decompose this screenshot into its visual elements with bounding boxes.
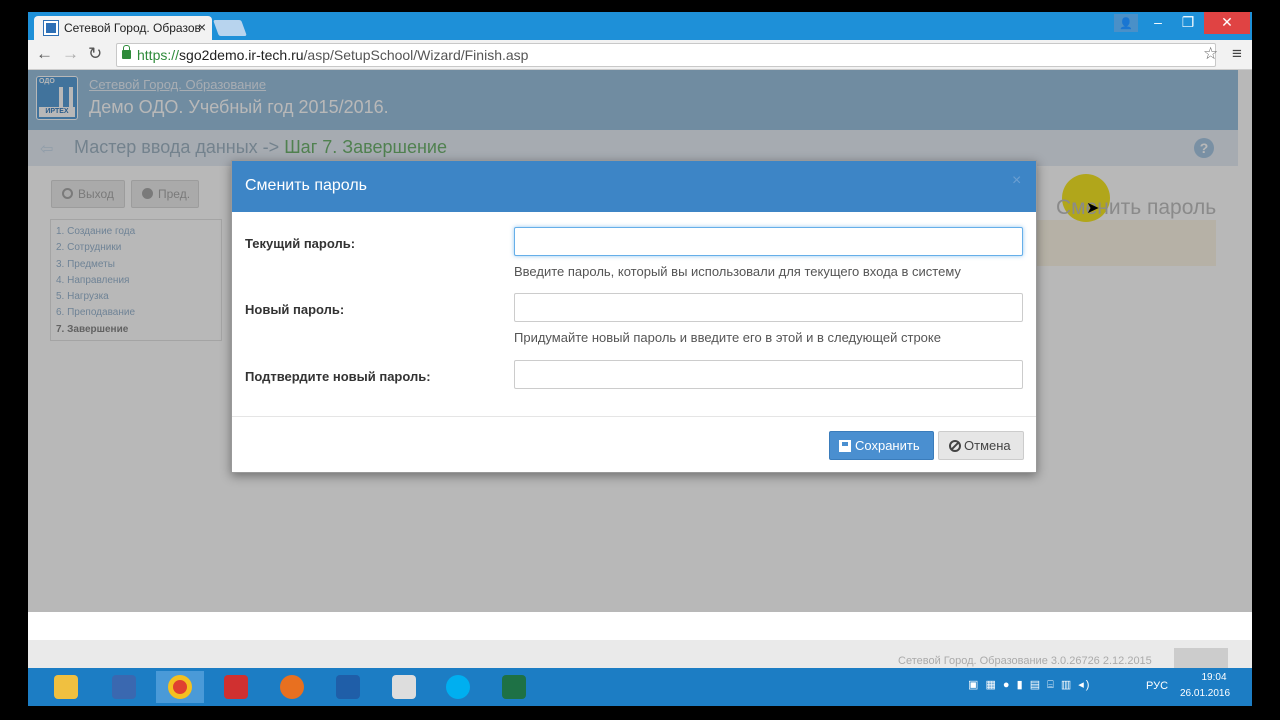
new-password-input[interactable] <box>514 293 1023 322</box>
taskbar-firefox[interactable] <box>268 671 316 703</box>
dialog-header: Сменить пароль × <box>232 161 1036 212</box>
taskbar-explorer[interactable] <box>42 671 90 703</box>
save-label: Сохранить <box>855 438 920 453</box>
url-host: sgo2demo.ir-tech.ru <box>179 47 304 63</box>
dialog-footer-divider <box>232 416 1036 417</box>
browser-tab-bar: Сетевой Город. Образов × 👤 ‒ ❐ ✕ <box>28 12 1252 40</box>
site-favicon-icon <box>43 20 59 36</box>
windows-taskbar: ▣ ▦ ● ▮ ▤ ⌸ ▥ ◂) РУС 19:04 26.01.2016 <box>28 668 1252 706</box>
taskbar-network-app[interactable] <box>100 671 148 703</box>
new-password-hint: Придумайте новый пароль и введите его в … <box>514 330 941 345</box>
page-footer: Сетевой Город. Образование 3.0.26726 2.1… <box>28 640 1252 670</box>
language-indicator[interactable]: РУС <box>1146 680 1168 692</box>
dialog-close-icon[interactable]: × <box>1012 172 1021 190</box>
save-button[interactable]: Сохранить <box>829 431 934 460</box>
cancel-icon <box>949 440 961 452</box>
reload-icon[interactable]: ↻ <box>88 44 102 64</box>
browser-menu-icon[interactable]: ≡ <box>1232 44 1242 64</box>
skype-icon <box>446 675 470 699</box>
folder-icon <box>54 675 78 699</box>
close-window-button[interactable]: ✕ <box>1204 12 1250 34</box>
back-icon[interactable]: ← <box>36 44 53 64</box>
tab-title: Сетевой Город. Образов <box>64 21 201 35</box>
url-scheme: https:// <box>137 47 180 63</box>
url-bar[interactable]: https://sgo2demo.ir-tech.ru/asp/SetupSch… <box>116 43 1216 67</box>
window-icon <box>392 675 416 699</box>
taskbar-chrome[interactable] <box>156 671 204 703</box>
taskbar-app-red[interactable] <box>212 671 260 703</box>
browser-tab[interactable]: Сетевой Город. Образов × <box>34 16 212 40</box>
maximize-button[interactable]: ❐ <box>1174 12 1202 34</box>
lync-icon <box>336 675 360 699</box>
tab-close-icon[interactable]: × <box>198 19 206 35</box>
url-path: /asp/SetupSchool/Wizard/Finish.asp <box>303 47 529 63</box>
clock-time[interactable]: 19:04 <box>1194 672 1234 683</box>
cancel-label: Отмена <box>964 438 1011 453</box>
user-icon[interactable]: 👤 <box>1114 14 1138 32</box>
taskbar-lync[interactable] <box>324 671 372 703</box>
current-password-input[interactable] <box>514 227 1023 256</box>
confirm-password-label: Подтвердите новый пароль: <box>245 369 431 384</box>
current-password-label: Текущий пароль: <box>245 236 356 251</box>
forward-icon[interactable]: → <box>62 44 79 64</box>
address-toolbar: ← → ↻ https://sgo2demo.ir-tech.ru/asp/Se… <box>28 40 1252 70</box>
system-tray-icons[interactable]: ▣ ▦ ● ▮ ▤ ⌸ ▥ ◂) <box>968 678 1091 692</box>
taskbar-skype[interactable] <box>434 671 482 703</box>
clock-date[interactable]: 26.01.2016 <box>1180 688 1230 699</box>
new-tab-button[interactable] <box>213 20 247 36</box>
screen: Сетевой Город. Образов × 👤 ‒ ❐ ✕ ← → ↻ h… <box>28 12 1252 706</box>
taskbar-excel[interactable] <box>490 671 538 703</box>
excel-icon <box>502 675 526 699</box>
cancel-button[interactable]: Отмена <box>938 431 1024 460</box>
confirm-password-input[interactable] <box>514 360 1023 389</box>
current-password-hint: Введите пароль, который вы использовали … <box>514 264 961 279</box>
computer-icon <box>112 675 136 699</box>
chrome-icon <box>168 675 192 699</box>
new-password-label: Новый пароль: <box>245 302 345 317</box>
dialog-title: Сменить пароль <box>245 177 368 194</box>
save-icon <box>839 440 851 452</box>
version-text: Сетевой Город. Образование 3.0.26726 2.1… <box>898 655 1152 667</box>
footer-button[interactable] <box>1174 648 1228 670</box>
bookmark-star-icon[interactable]: ☆ <box>1203 44 1218 64</box>
change-password-dialog: Сменить пароль × Текущий пароль: Введите… <box>231 160 1037 473</box>
lock-icon <box>122 45 131 59</box>
firefox-icon <box>280 675 304 699</box>
taskbar-window-app[interactable] <box>380 671 428 703</box>
app-red-icon <box>224 675 248 699</box>
minimize-button[interactable]: ‒ <box>1144 12 1172 34</box>
